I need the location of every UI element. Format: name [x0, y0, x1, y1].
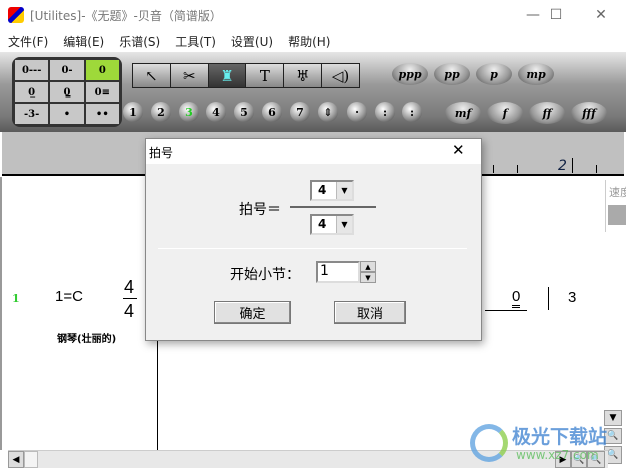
note-2-button[interactable]: 2	[151, 102, 171, 122]
note-6-button[interactable]: 6	[262, 102, 282, 122]
key-32nd[interactable]: 0≡	[85, 82, 119, 102]
menu-tools[interactable]: 工具(T)	[167, 30, 223, 52]
dynamic-p-button[interactable]: p	[476, 63, 512, 85]
key-sixteenth[interactable]: 0̳	[50, 82, 84, 102]
close-button[interactable]: ✕	[578, 0, 624, 30]
fraction-line	[290, 206, 376, 208]
dialog-close-button[interactable]: ✕	[452, 141, 465, 159]
start-measure-input[interactable]: 1	[316, 261, 360, 283]
scroll-left-icon[interactable]: ◀	[8, 451, 24, 468]
dot-button[interactable]: ·	[347, 102, 367, 122]
dynamic-f-button[interactable]: f	[487, 102, 523, 124]
select-arrow-icon[interactable]: ↖	[133, 64, 170, 87]
side-panel: 速度	[605, 180, 626, 232]
bar-line	[157, 340, 158, 450]
line-number: 1	[12, 292, 20, 305]
dynamic-ff-button[interactable]: ff	[529, 102, 565, 124]
ruler-tick	[596, 165, 597, 173]
menu-edit[interactable]: 编辑(E)	[55, 30, 111, 52]
menu-file[interactable]: 文件(F)	[0, 30, 55, 52]
scissors-icon[interactable]: ✂	[170, 64, 208, 87]
watermark-logo	[470, 424, 508, 462]
note[interactable]: 3	[568, 289, 576, 306]
title-bar: [Utilites]-《无题》-贝音（简谱版） — ☐ ✕	[0, 0, 626, 30]
text-tool-icon[interactable]: T	[246, 64, 284, 87]
dynamic-ppp-button[interactable]: ppp	[392, 63, 428, 85]
chevron-down-icon[interactable]: ▼	[336, 182, 352, 199]
instrument-label: 钢琴(壮丽的)	[57, 334, 117, 345]
cancel-button[interactable]: 取消	[334, 301, 406, 324]
note-rest[interactable]: 0	[512, 289, 521, 308]
watermark-url: www.xz7.com	[516, 448, 599, 462]
key-eighth[interactable]: 0̲	[15, 82, 49, 102]
menu-bar: 文件(F) 编辑(E) 乐谱(S) 工具(T) 设置(U) 帮助(H)	[0, 30, 626, 52]
ok-button[interactable]: 确定	[214, 301, 291, 324]
key-dot[interactable]: •	[50, 104, 84, 124]
bar-line	[548, 287, 549, 310]
ruler-tick	[572, 158, 573, 173]
watermark: 极光下载站 www.xz7.com	[470, 418, 620, 468]
metronome-icon[interactable]: ♜	[208, 64, 246, 87]
beam-line	[485, 310, 527, 311]
dynamic-fff-button[interactable]: fff	[571, 102, 607, 124]
start-measure-label: 开始小节：	[230, 267, 300, 283]
note-3-button[interactable]: 3	[179, 102, 199, 122]
tempo-control[interactable]	[608, 205, 626, 225]
dynamic-mf-button[interactable]: mf	[445, 102, 481, 124]
note-5-button[interactable]: 5	[234, 102, 254, 122]
spin-down-icon[interactable]: ▼	[360, 272, 376, 283]
divider	[158, 248, 467, 249]
key-signature: 1=C	[55, 288, 83, 305]
denominator-value: 4	[318, 217, 327, 231]
colon-button-2[interactable]: :	[402, 102, 422, 122]
spin-up-icon[interactable]: ▲	[360, 261, 376, 272]
scroll-thumb[interactable]	[24, 451, 38, 468]
ruler-tick	[517, 165, 518, 173]
tempo-label: 速度	[609, 186, 626, 199]
time-sig-top: 4	[124, 277, 135, 297]
key-triplet[interactable]: -3-	[15, 104, 49, 124]
duration-keypad: 0--- 0- 0 0̲ 0̳ 0≡ -3- • ••	[12, 57, 122, 127]
menu-settings[interactable]: 设置(U)	[223, 30, 280, 52]
note-4-button[interactable]: 4	[206, 102, 226, 122]
dynamic-mp-button[interactable]: mp	[518, 63, 554, 85]
note-7-button[interactable]: 7	[290, 102, 310, 122]
note-1-button[interactable]: 1	[123, 102, 143, 122]
lyre-icon[interactable]: ♅	[284, 64, 322, 87]
time-signature-label: 拍号＝	[239, 202, 281, 218]
time-sig-bottom: 4	[124, 301, 135, 321]
dialog-title-bar: 拍号 ✕	[146, 139, 481, 164]
chevron-down-icon[interactable]: ▼	[336, 216, 352, 233]
time-sig-bar	[123, 298, 137, 299]
ruler-tick	[493, 165, 494, 173]
numerator-value: 4	[318, 183, 327, 197]
key-half[interactable]: 0-	[50, 60, 84, 80]
colon-button[interactable]: :	[375, 102, 395, 122]
app-icon	[8, 7, 24, 23]
numerator-select[interactable]: 4 ▼	[310, 180, 354, 201]
menu-help[interactable]: 帮助(H)	[280, 30, 337, 52]
key-whole[interactable]: 0---	[15, 60, 49, 80]
octave-shift-button[interactable]: ⇕	[318, 102, 338, 122]
dynamic-pp-button[interactable]: pp	[434, 63, 470, 85]
maximize-button[interactable]: ☐	[533, 0, 579, 30]
time-signature-dialog: 拍号 ✕ 拍号＝ 4 ▼ 4 ▼ 开始小节： 1 ▲ ▼ 确定 取消	[145, 138, 482, 341]
key-double-dot[interactable]: ••	[85, 104, 119, 124]
ruler-measure-number: 2	[558, 158, 567, 174]
denominator-select[interactable]: 4 ▼	[310, 214, 354, 235]
menu-score[interactable]: 乐谱(S)	[111, 30, 167, 52]
window-title: [Utilites]-《无题》-贝音（简谱版）	[30, 9, 222, 23]
dialog-title: 拍号	[149, 146, 174, 160]
speaker-icon[interactable]: ◁)	[322, 64, 359, 87]
watermark-name: 极光下载站	[512, 426, 608, 448]
tool-group: ↖ ✂ ♜ T ♅ ◁)	[132, 63, 360, 88]
key-quarter[interactable]: 0	[85, 60, 119, 80]
